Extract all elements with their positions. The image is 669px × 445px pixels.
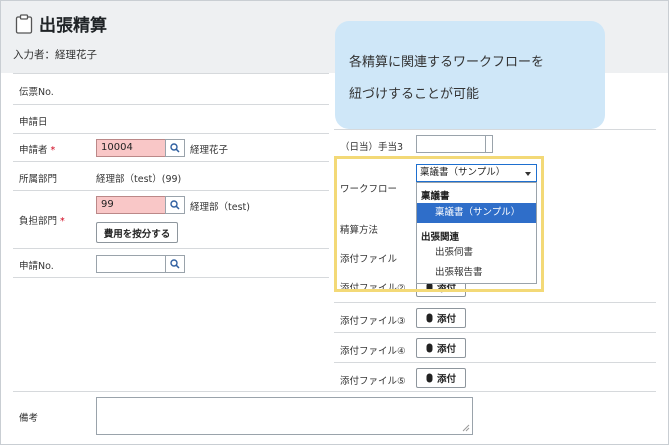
row-divider bbox=[334, 332, 656, 333]
search-icon bbox=[170, 259, 180, 269]
row-divider bbox=[334, 362, 656, 363]
applicant-search-button[interactable] bbox=[165, 139, 185, 157]
department-label: 所属部門 bbox=[19, 174, 58, 185]
cost-department-label-text: 負担部門 bbox=[19, 216, 58, 227]
applicant-name: 経理花子 bbox=[190, 145, 229, 156]
cost-department-name: 経理部（test) bbox=[190, 202, 250, 213]
attach-button-4[interactable]: 添付 bbox=[416, 338, 466, 358]
cost-department-code-input[interactable]: 99 bbox=[96, 196, 166, 214]
attachment-3-label: 添付ファイル③ bbox=[340, 316, 406, 327]
page-title: 出張精算 bbox=[15, 11, 107, 36]
row-divider bbox=[334, 129, 656, 130]
search-icon bbox=[170, 200, 180, 210]
callout-tail bbox=[561, 97, 583, 129]
required-mark: * bbox=[60, 216, 65, 227]
cost-department-search-button[interactable] bbox=[165, 196, 185, 214]
attach-button-3[interactable]: 添付 bbox=[416, 308, 466, 328]
search-icon bbox=[170, 143, 180, 153]
attachment-4-label: 添付ファイル④ bbox=[340, 346, 406, 357]
row-divider bbox=[13, 161, 329, 162]
applicant-label-text: 申請者 bbox=[19, 145, 48, 156]
paperclip-icon bbox=[426, 343, 433, 353]
row-divider bbox=[13, 391, 656, 392]
callout-line-2: 紐づけすることが可能 bbox=[349, 87, 480, 102]
clipboard-icon bbox=[15, 13, 33, 34]
notes-textarea[interactable] bbox=[96, 397, 473, 435]
attach-button-label: 添付 bbox=[436, 344, 456, 355]
request-no-label: 申請No. bbox=[19, 261, 54, 272]
department-value: 経理部（test）(99) bbox=[96, 174, 182, 185]
row-divider bbox=[13, 73, 329, 74]
allocate-cost-button[interactable]: 費用を按分する bbox=[96, 222, 178, 243]
attach-button-label: 添付 bbox=[436, 314, 456, 325]
entrant-text: 入力者：経理花子 bbox=[13, 49, 97, 61]
row-divider bbox=[334, 302, 656, 303]
attach-button-label: 添付 bbox=[436, 374, 456, 385]
row-divider bbox=[13, 104, 329, 105]
page-title-text: 出張精算 bbox=[39, 16, 107, 36]
notes-label: 備考 bbox=[19, 413, 39, 424]
cost-department-label: 負担部門 * bbox=[19, 213, 65, 227]
daily-allowance-button[interactable] bbox=[485, 135, 493, 153]
daily-allowance-input[interactable] bbox=[416, 135, 488, 153]
daily-allowance-label: （日当）手当3 bbox=[340, 142, 404, 153]
attachment-5-label: 添付ファイル⑤ bbox=[340, 376, 406, 387]
row-divider bbox=[13, 277, 329, 278]
paperclip-icon bbox=[426, 373, 433, 383]
applicant-code-input[interactable]: 10004 bbox=[96, 139, 166, 157]
expense-form-window: 出張精算 入力者：経理花子 伝票No. 申請日 申請者 * 10004 経理花子 … bbox=[0, 0, 669, 445]
resize-grip-icon[interactable] bbox=[462, 424, 470, 432]
highlight-box bbox=[334, 156, 544, 292]
voucher-no-label: 伝票No. bbox=[19, 87, 54, 98]
callout-line-1: 各精算に関連するワークフローを bbox=[349, 55, 545, 70]
request-no-input[interactable] bbox=[96, 255, 166, 273]
paperclip-icon bbox=[426, 313, 433, 323]
attach-button-5[interactable]: 添付 bbox=[416, 368, 466, 388]
request-no-search-button[interactable] bbox=[165, 255, 185, 273]
required-mark: * bbox=[50, 145, 56, 156]
row-divider bbox=[13, 133, 329, 134]
applicant-label: 申請者 * bbox=[19, 142, 55, 156]
row-divider bbox=[13, 190, 329, 191]
request-date-label: 申請日 bbox=[19, 117, 48, 128]
row-divider bbox=[13, 248, 329, 249]
